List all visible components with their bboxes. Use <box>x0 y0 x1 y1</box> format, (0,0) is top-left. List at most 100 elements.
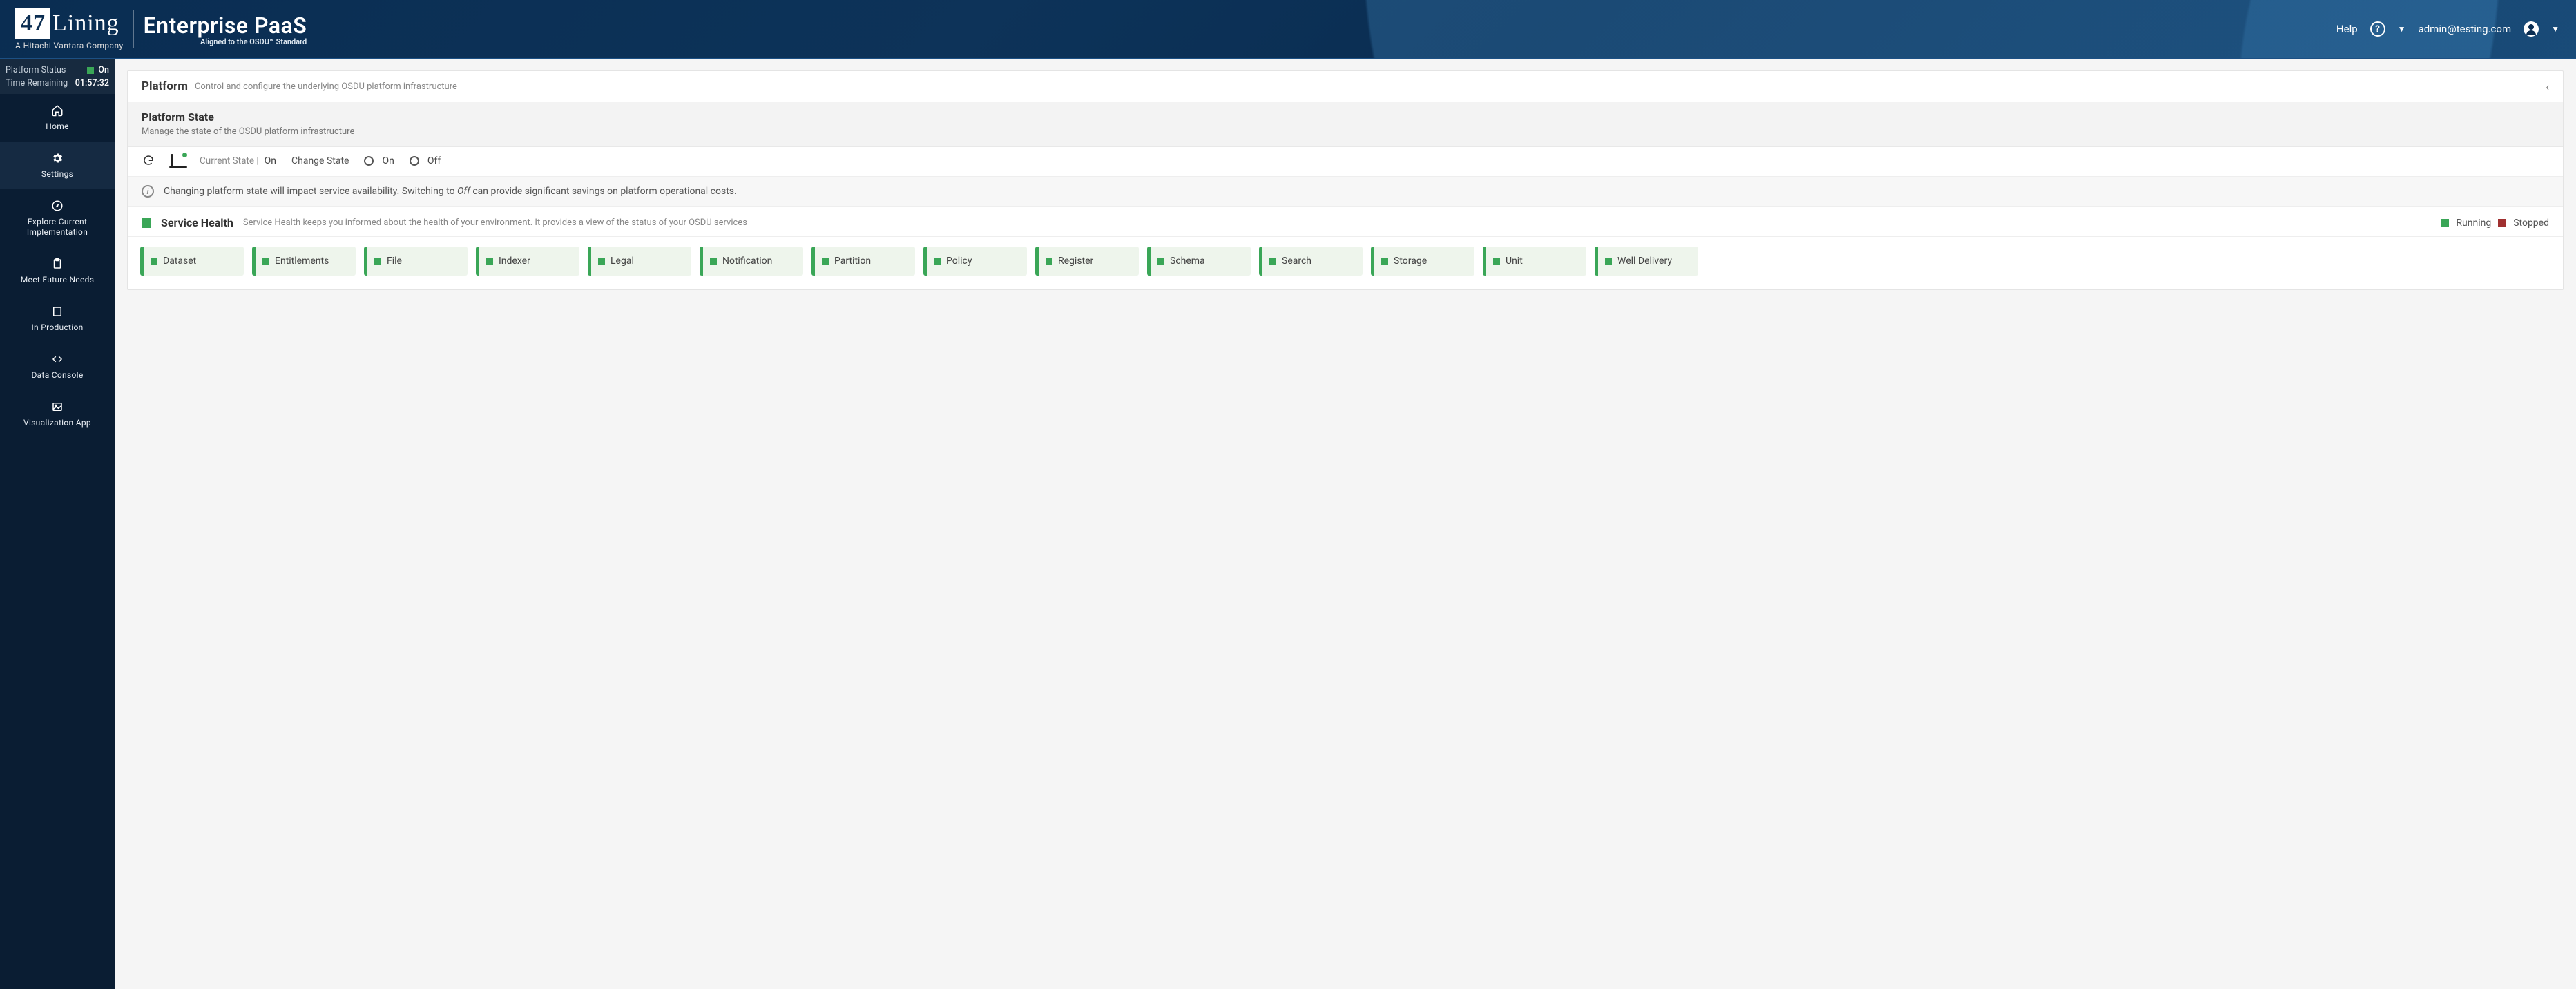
logo-47: 47 <box>15 8 50 39</box>
service-card[interactable]: Search <box>1259 247 1363 276</box>
platform-panel: Platform Control and configure the under… <box>127 70 2564 290</box>
service-card[interactable]: Storage <box>1371 247 1474 276</box>
platform-state-bar: Current State | On Change State On Off <box>128 147 2563 177</box>
user-dropdown-icon[interactable]: ▼ <box>2551 24 2559 34</box>
service-name: Indexer <box>499 256 530 267</box>
service-card[interactable]: Unit <box>1483 247 1586 276</box>
logo-divider <box>133 10 134 48</box>
service-status-icon <box>710 258 717 265</box>
sidebar-item-label: Visualization App <box>23 418 91 428</box>
service-status-icon <box>486 258 493 265</box>
product-subtitle: Aligned to the OSDU™ Standard <box>144 37 307 46</box>
platform-status-label: Platform Status <box>6 65 66 75</box>
refresh-icon[interactable] <box>142 154 155 168</box>
service-card[interactable]: Partition <box>811 247 915 276</box>
service-status-icon <box>1605 258 1612 265</box>
sidebar-item-production[interactable]: In Production <box>0 295 115 343</box>
logo-block: 47 Lining A Hitachi Vantara Company Ente… <box>0 8 307 50</box>
state-radio-on[interactable]: On <box>364 155 394 166</box>
service-health-desc: Service Health keeps you informed about … <box>243 218 2432 228</box>
service-health-indicator-icon <box>142 218 151 228</box>
service-status-icon <box>262 258 269 265</box>
service-status-icon <box>1157 258 1164 265</box>
current-state-value: On <box>265 155 276 166</box>
service-card[interactable]: Register <box>1035 247 1139 276</box>
service-status-icon <box>374 258 381 265</box>
compass-icon <box>50 199 64 213</box>
service-card[interactable]: Dataset <box>140 247 244 276</box>
service-name: Unit <box>1506 256 1523 267</box>
platform-status-indicator-icon <box>87 67 94 74</box>
sidebar-item-data-console[interactable]: Data Console <box>0 343 115 390</box>
legend-running-label: Running <box>2456 218 2491 229</box>
header-right: Help ? ▼ admin@testing.com ▼ <box>2336 21 2576 37</box>
service-card[interactable]: File <box>364 247 468 276</box>
sidebar-item-visualization[interactable]: Visualization App <box>0 390 115 438</box>
info-text-off: Off <box>457 186 470 197</box>
radio-on-label: On <box>382 155 394 166</box>
service-name: Search <box>1282 256 1311 267</box>
service-name: Partition <box>834 256 871 267</box>
service-card[interactable]: Policy <box>923 247 1027 276</box>
home-icon <box>50 104 64 117</box>
user-avatar-icon[interactable] <box>2524 21 2539 37</box>
platform-state-block: Platform State Manage the state of the O… <box>128 102 2563 147</box>
service-name: Storage <box>1394 256 1427 267</box>
info-text-prefix: Changing platform state will impact serv… <box>164 186 457 197</box>
service-name: Well Delivery <box>1617 256 1672 267</box>
service-card[interactable]: Notification <box>700 247 803 276</box>
info-text: Changing platform state will impact serv… <box>164 186 737 197</box>
gear-icon <box>50 151 64 165</box>
sidebar-item-explore[interactable]: Explore Current Implementation <box>0 189 115 247</box>
service-grid: Dataset Entitlements File Indexer Legal Notif… <box>128 237 2563 289</box>
time-remaining-value: 01:57:32 <box>75 78 109 88</box>
radio-icon <box>410 156 419 166</box>
service-status-icon <box>822 258 829 265</box>
service-health-title: Service Health <box>161 216 233 229</box>
service-status-icon <box>934 258 941 265</box>
state-radio-off[interactable]: Off <box>410 155 441 166</box>
sidebar-item-settings[interactable]: Settings <box>0 142 115 189</box>
sidebar-item-home[interactable]: Home <box>0 94 115 142</box>
sidebar-item-future[interactable]: Meet Future Needs <box>0 247 115 295</box>
radio-icon <box>364 156 374 166</box>
user-email: admin@testing.com <box>2419 23 2512 35</box>
help-icon[interactable]: ? <box>2370 21 2385 37</box>
service-card[interactable]: Legal <box>588 247 691 276</box>
panel-subtitle: Control and configure the underlying OSD… <box>195 81 457 92</box>
image-icon <box>50 400 64 414</box>
sidebar-item-label: Explore Current Implementation <box>4 217 110 238</box>
change-state-label: Change State <box>291 155 349 166</box>
logo-subtitle: A Hitachi Vantara Company <box>15 41 124 50</box>
help-link[interactable]: Help <box>2336 23 2358 35</box>
help-dropdown-icon[interactable]: ▼ <box>2398 24 2406 34</box>
panel-header: Platform Control and configure the under… <box>128 71 2563 102</box>
service-card[interactable]: Indexer <box>476 247 579 276</box>
platform-state-title: Platform State <box>142 111 2549 124</box>
sidebar-item-label: Meet Future Needs <box>21 275 94 285</box>
time-remaining-label: Time Remaining <box>6 78 68 88</box>
panel-title: Platform <box>142 79 188 93</box>
info-text-suffix: can provide significant savings on platf… <box>472 186 736 197</box>
service-name: Entitlements <box>275 256 329 267</box>
sidebar-status: Platform Status On Time Remaining 01:57:… <box>0 59 115 94</box>
service-status-icon <box>1493 258 1500 265</box>
service-status-icon <box>1381 258 1388 265</box>
collapse-panel-icon[interactable]: ‹ <box>2546 80 2549 93</box>
service-card[interactable]: Schema <box>1147 247 1251 276</box>
sidebar-item-label: Home <box>46 122 69 132</box>
code-icon <box>50 352 64 366</box>
service-name: Dataset <box>163 256 196 267</box>
app-header: 47 Lining A Hitachi Vantara Company Ente… <box>0 0 2576 59</box>
service-card[interactable]: Entitlements <box>252 247 356 276</box>
building-icon <box>50 305 64 318</box>
legend-stopped-icon <box>2498 219 2506 227</box>
service-name: Notification <box>722 256 772 267</box>
legend-stopped-label: Stopped <box>2513 218 2549 229</box>
info-icon: i <box>142 185 154 198</box>
logo-lining: Lining <box>52 10 119 37</box>
legend-running-icon <box>2441 219 2449 227</box>
service-card[interactable]: Well Delivery <box>1595 247 1698 276</box>
product-title: Enterprise PaaS <box>144 12 307 39</box>
sidebar: Platform Status On Time Remaining 01:57:… <box>0 59 115 989</box>
